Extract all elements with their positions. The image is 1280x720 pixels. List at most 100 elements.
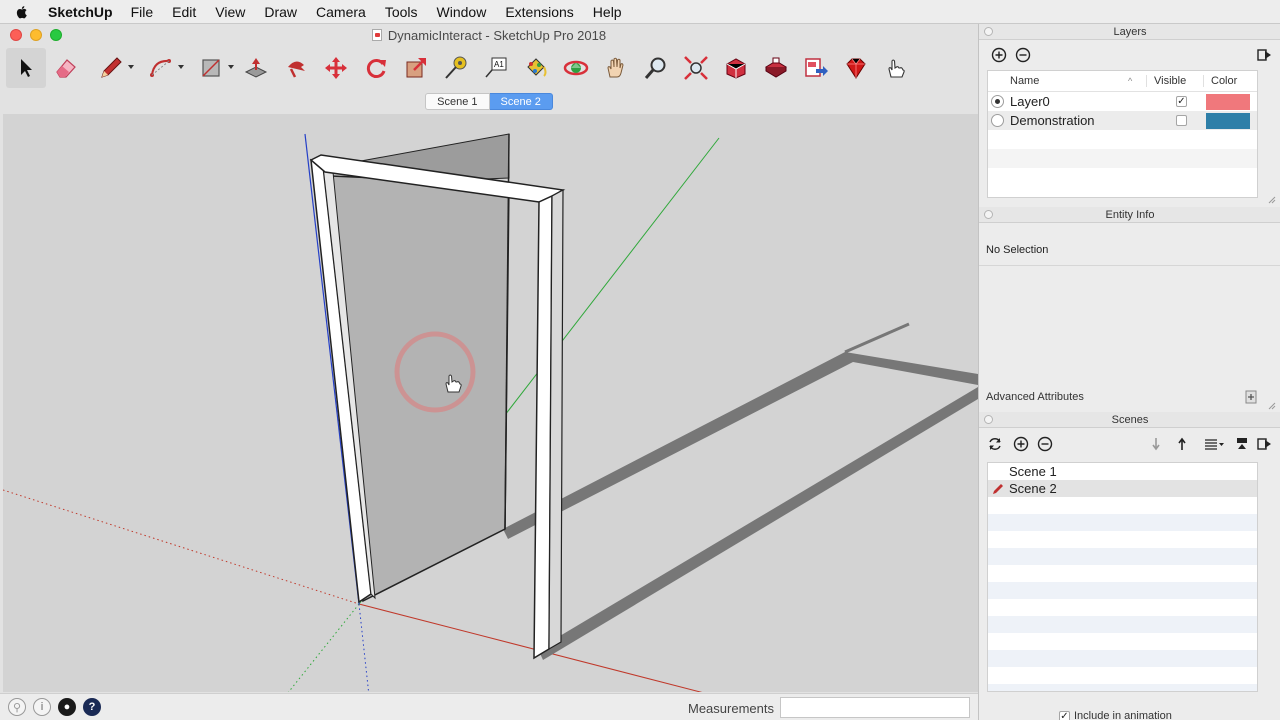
menu-help[interactable]: Help — [593, 4, 622, 20]
rotate-tool-button[interactable] — [356, 48, 396, 88]
add-scene-button[interactable] — [1013, 436, 1029, 452]
active-layer-radio[interactable] — [991, 114, 1004, 127]
layers-panel-header[interactable]: Layers — [979, 24, 1280, 40]
minimize-window-button[interactable] — [30, 29, 42, 41]
select-tool-button[interactable] — [6, 48, 46, 88]
show-scene-details-button[interactable] — [1234, 436, 1250, 452]
send-to-layout-tool-button[interactable] — [796, 48, 836, 88]
panel-collapse-icon[interactable] — [984, 415, 993, 424]
paint-bucket-tool-button[interactable] — [516, 48, 556, 88]
geolocation-icon[interactable]: ⚲ — [8, 698, 26, 716]
delete-layer-button[interactable] — [1015, 47, 1031, 63]
layer-row-layer0[interactable]: Layer0 ✓ — [988, 92, 1257, 111]
warehouse-tool-button[interactable] — [716, 48, 756, 88]
zoom-window-button[interactable] — [50, 29, 62, 41]
move-tool-button[interactable] — [316, 48, 356, 88]
scenes-panel-options-button[interactable] — [1256, 436, 1272, 452]
credits-icon[interactable]: i — [33, 698, 51, 716]
menu-window[interactable]: Window — [437, 4, 487, 20]
chevron-down-icon[interactable] — [228, 65, 234, 69]
rectangle-tool-button[interactable] — [186, 48, 236, 88]
move-scene-down-button[interactable] — [1150, 436, 1166, 452]
scene-item-label[interactable]: Scene 2 — [1009, 481, 1057, 496]
include-in-animation-label: Include in animation — [1074, 710, 1172, 720]
details-icon — [1237, 438, 1247, 449]
follow-me-tool-button[interactable] — [276, 48, 316, 88]
menu-view[interactable]: View — [215, 4, 245, 20]
scene-list-item[interactable]: Scene 1 — [988, 463, 1257, 480]
3d-viewport[interactable] — [3, 114, 978, 692]
scale-tool-button[interactable] — [396, 48, 436, 88]
ruby-console-tool-button[interactable] — [836, 48, 876, 88]
model-canvas[interactable] — [3, 114, 978, 692]
resize-grip-icon[interactable] — [1268, 402, 1276, 410]
menu-extensions[interactable]: Extensions — [505, 4, 573, 20]
menu-draw[interactable]: Draw — [264, 4, 297, 20]
rectangle-icon — [202, 59, 220, 77]
include-in-animation-checkbox[interactable]: ✓ — [1059, 710, 1070, 720]
scene-list-item-current[interactable]: Scene 2 — [988, 480, 1257, 497]
send-to-layout-icon — [805, 58, 828, 77]
resize-grip-icon[interactable] — [1268, 196, 1276, 204]
text-tool-button[interactable]: A1 — [476, 48, 516, 88]
column-color[interactable]: Color — [1203, 75, 1237, 87]
scene-tabs: Scene 1 Scene 2 — [0, 90, 978, 113]
measurements-input[interactable] — [780, 697, 970, 718]
chevron-down-icon[interactable] — [178, 65, 184, 69]
column-visible[interactable]: Visible — [1146, 75, 1203, 87]
shadow-edge — [844, 322, 910, 354]
user-account-icon[interactable]: ● — [58, 698, 76, 716]
pan-tool-button[interactable] — [596, 48, 636, 88]
menu-file[interactable]: File — [131, 4, 154, 20]
scene-view-options-button[interactable] — [1203, 436, 1225, 452]
layer-visible-checkbox[interactable] — [1176, 115, 1187, 126]
close-window-button[interactable] — [10, 29, 22, 41]
tab-scene-2[interactable]: Scene 2 — [489, 93, 553, 110]
pencil-tool-button[interactable] — [86, 48, 136, 88]
advanced-attributes-label: Advanced Attributes — [986, 391, 1084, 403]
remove-scene-button[interactable] — [1037, 436, 1053, 452]
zoom-tool-button[interactable] — [636, 48, 676, 88]
arc-tool-button[interactable] — [136, 48, 186, 88]
menu-edit[interactable]: Edit — [172, 4, 196, 20]
layer-name[interactable]: Layer0 — [1010, 94, 1176, 109]
column-name[interactable]: Name — [1010, 75, 1128, 87]
layer-color-swatch[interactable] — [1206, 112, 1250, 129]
scenes-panel-header[interactable]: Scenes — [979, 412, 1280, 428]
add-layer-button[interactable] — [991, 47, 1007, 63]
tape-measure-tool-button[interactable] — [436, 48, 476, 88]
pencil-icon — [101, 57, 122, 78]
arrow-down-icon — [1152, 438, 1160, 451]
menu-app[interactable]: SketchUp — [48, 4, 113, 20]
eraser-tool-button[interactable] — [46, 48, 86, 88]
layers-details-button[interactable] — [1256, 47, 1272, 63]
push-pull-tool-button[interactable] — [236, 48, 276, 88]
panel-collapse-icon[interactable] — [984, 27, 993, 36]
rotate-icon — [366, 59, 386, 78]
layer-row-demonstration[interactable]: Demonstration — [988, 111, 1257, 130]
zoom-extents-tool-button[interactable] — [676, 48, 716, 88]
help-icon[interactable]: ? — [83, 698, 101, 716]
apple-icon[interactable] — [14, 4, 30, 20]
menu-camera[interactable]: Camera — [316, 4, 366, 20]
orbit-tool-button[interactable] — [556, 48, 596, 88]
scene-item-label[interactable]: Scene 1 — [1009, 464, 1057, 479]
layer-name[interactable]: Demonstration — [1010, 113, 1176, 128]
tape-measure-icon — [445, 56, 467, 79]
panel-collapse-icon[interactable] — [984, 210, 993, 219]
extension-warehouse-tool-button[interactable] — [756, 48, 796, 88]
interact-tool-button[interactable] — [876, 48, 916, 88]
expand-attributes-icon[interactable] — [1245, 390, 1257, 404]
default-tray: Layers Name ^ Visible Color Layer0 ✓ Dem… — [978, 24, 1280, 720]
chevron-down-icon[interactable] — [128, 65, 134, 69]
active-layer-radio[interactable] — [991, 95, 1004, 108]
tab-scene-1[interactable]: Scene 1 — [425, 93, 490, 110]
warehouse-icon — [726, 58, 746, 79]
layer-color-swatch[interactable] — [1206, 93, 1250, 110]
menu-tools[interactable]: Tools — [385, 4, 418, 20]
entity-info-panel-header[interactable]: Entity Info — [979, 207, 1280, 223]
move-scene-up-button[interactable] — [1174, 436, 1190, 452]
update-scene-button[interactable] — [987, 436, 1003, 452]
layer-visible-checkbox[interactable]: ✓ — [1176, 96, 1187, 107]
sort-caret-icon[interactable]: ^ — [1128, 76, 1146, 86]
